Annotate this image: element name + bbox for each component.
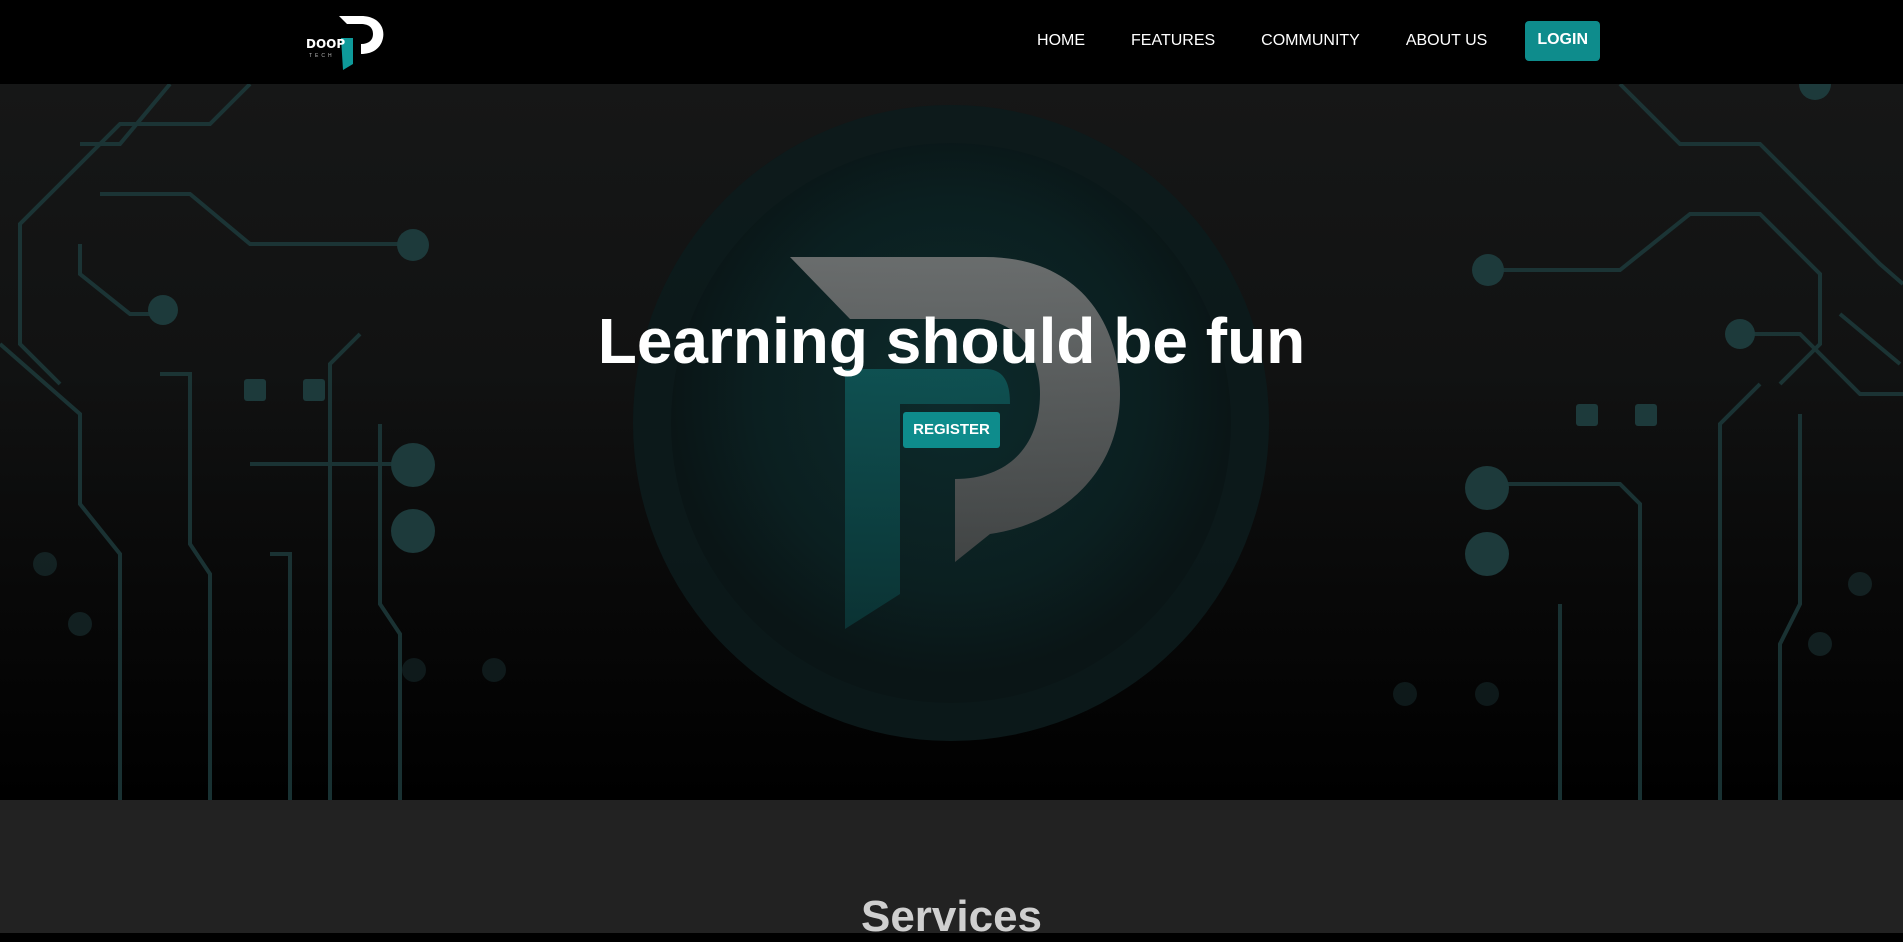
login-button[interactable]: LOGIN xyxy=(1525,21,1600,61)
hero-title: Learning should be fun xyxy=(597,305,1306,377)
circuit-traces-right xyxy=(1470,84,1903,800)
brand-logo[interactable]: DOOP TECH xyxy=(303,14,385,70)
nav-about-us[interactable]: ABOUT US xyxy=(1406,32,1488,50)
services-title: Services xyxy=(860,892,1043,941)
navbar: DOOP TECH HOME FEATURES COMMUNITY ABOUT … xyxy=(0,0,1903,84)
circuit-traces-left xyxy=(0,84,410,800)
nav-features[interactable]: FEATURES xyxy=(1131,32,1215,50)
nav-links: HOME FEATURES COMMUNITY ABOUT US LOGIN xyxy=(1037,21,1600,61)
circuit-nodes-left xyxy=(33,229,506,682)
register-button[interactable]: REGISTER xyxy=(903,412,1000,448)
services-section: Services xyxy=(0,800,1903,941)
nav-community[interactable]: COMMUNITY xyxy=(1261,32,1360,50)
logo-subtext: TECH xyxy=(309,53,335,59)
logo-text: DOOP xyxy=(306,37,346,51)
hero-section: Learning should be fun REGISTER xyxy=(0,84,1903,800)
nav-home[interactable]: HOME xyxy=(1037,32,1085,50)
circuit-nodes-right xyxy=(1393,84,1872,706)
